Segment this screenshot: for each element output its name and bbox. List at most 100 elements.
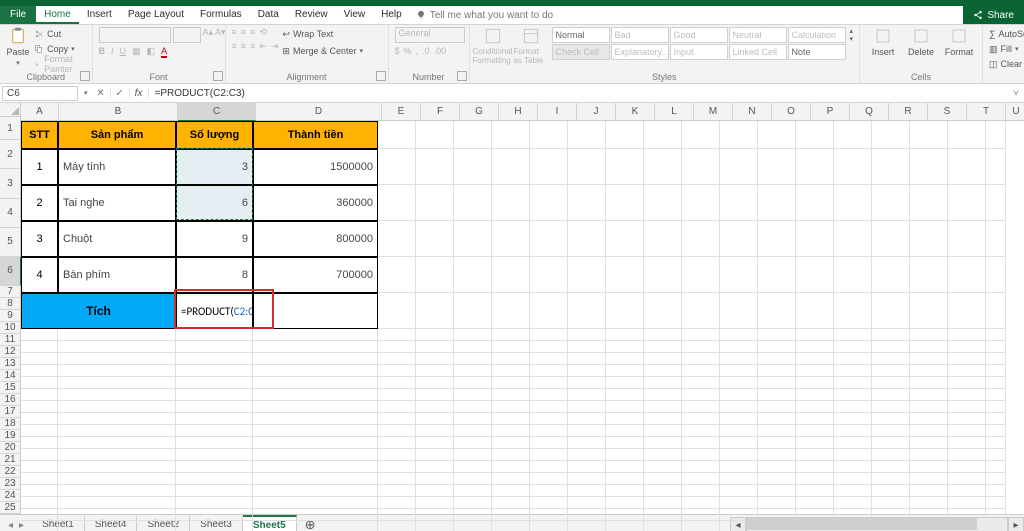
cell[interactable] — [872, 149, 910, 185]
row-header-3[interactable]: 3 — [0, 169, 21, 198]
cell[interactable] — [530, 413, 568, 425]
cell[interactable] — [530, 437, 568, 449]
cell[interactable] — [644, 449, 682, 461]
cell[interactable] — [644, 221, 682, 257]
cell[interactable] — [606, 521, 644, 531]
col-header-k[interactable]: K — [616, 103, 655, 121]
cell[interactable] — [720, 461, 758, 473]
cell[interactable] — [796, 401, 834, 413]
cell[interactable] — [530, 509, 568, 521]
cell[interactable] — [682, 497, 720, 509]
cell[interactable] — [568, 401, 606, 413]
cell[interactable] — [530, 329, 568, 341]
cell[interactable] — [834, 401, 872, 413]
col-header-i[interactable]: I — [538, 103, 577, 121]
cell[interactable] — [606, 497, 644, 509]
formula-input[interactable]: =PRODUCT(C2:C3) — [149, 87, 1008, 100]
cell[interactable] — [58, 329, 176, 341]
cell[interactable] — [948, 341, 986, 353]
cell[interactable] — [21, 413, 58, 425]
row-header-14[interactable]: 14 — [0, 370, 21, 382]
comma-format-icon[interactable]: , — [416, 46, 419, 56]
tab-data[interactable]: Data — [250, 6, 287, 24]
tell-me-search[interactable]: Tell me what you want to do — [416, 6, 553, 24]
cell[interactable] — [454, 365, 492, 377]
cell[interactable] — [720, 257, 758, 293]
cell[interactable] — [568, 365, 606, 377]
cell[interactable] — [682, 121, 720, 149]
cell[interactable] — [253, 353, 378, 365]
row-header-6[interactable]: 6 — [0, 257, 21, 286]
row-header-13[interactable]: 13 — [0, 358, 21, 370]
cell[interactable] — [568, 413, 606, 425]
cell[interactable] — [176, 485, 253, 497]
cell[interactable] — [492, 185, 530, 221]
col-header-d[interactable]: D — [256, 103, 382, 121]
cell[interactable] — [530, 425, 568, 437]
col-header-e[interactable]: E — [382, 103, 421, 121]
cell[interactable] — [834, 485, 872, 497]
cell[interactable] — [378, 437, 416, 449]
cell[interactable] — [176, 329, 253, 341]
cell[interactable] — [378, 401, 416, 413]
cell[interactable] — [910, 257, 948, 293]
cell[interactable] — [378, 365, 416, 377]
cell[interactable] — [416, 413, 454, 425]
cell[interactable] — [378, 329, 416, 341]
cell[interactable] — [253, 437, 378, 449]
cell[interactable] — [682, 449, 720, 461]
cell[interactable] — [644, 377, 682, 389]
cell[interactable] — [834, 185, 872, 221]
cell[interactable] — [606, 413, 644, 425]
cell[interactable] — [872, 293, 910, 329]
cell[interactable] — [416, 341, 454, 353]
cell[interactable] — [378, 121, 416, 149]
cell[interactable] — [986, 341, 1006, 353]
cell[interactable] — [378, 353, 416, 365]
cell[interactable] — [454, 413, 492, 425]
cell[interactable] — [606, 293, 644, 329]
cell[interactable] — [176, 437, 253, 449]
cell[interactable] — [606, 485, 644, 497]
cell[interactable] — [378, 389, 416, 401]
cell[interactable] — [986, 329, 1006, 341]
cell[interactable] — [644, 389, 682, 401]
cell[interactable] — [796, 413, 834, 425]
cell[interactable] — [644, 401, 682, 413]
cut-button[interactable]: Cut — [34, 27, 85, 41]
cell[interactable] — [986, 461, 1006, 473]
cell[interactable] — [378, 293, 416, 329]
cell[interactable] — [492, 521, 530, 531]
autosum-button[interactable]: ∑AutoSum▾ — [989, 27, 1024, 41]
cell[interactable] — [568, 353, 606, 365]
cell[interactable] — [454, 149, 492, 185]
decrease-decimal-icon[interactable]: .00 — [434, 46, 447, 56]
cell[interactable] — [454, 353, 492, 365]
cell[interactable] — [796, 293, 834, 329]
cell[interactable] — [378, 485, 416, 497]
cell[interactable] — [58, 341, 176, 353]
cell[interactable] — [568, 185, 606, 221]
name-box[interactable]: C6 — [2, 86, 78, 101]
cell[interactable] — [21, 473, 58, 485]
cell[interactable] — [568, 425, 606, 437]
number-dialog-launcher[interactable] — [457, 71, 467, 81]
cell[interactable] — [568, 497, 606, 509]
cell[interactable] — [58, 473, 176, 485]
cell[interactable] — [606, 329, 644, 341]
cell[interactable] — [910, 221, 948, 257]
align-bottom-icon[interactable]: ≡ — [250, 27, 255, 38]
cell[interactable] — [948, 461, 986, 473]
cell[interactable] — [454, 341, 492, 353]
cell[interactable] — [986, 401, 1006, 413]
cell[interactable] — [378, 509, 416, 521]
cell[interactable] — [758, 365, 796, 377]
cell[interactable] — [910, 389, 948, 401]
cell[interactable] — [682, 389, 720, 401]
increase-decimal-icon[interactable]: .0 — [422, 46, 430, 56]
cell[interactable] — [872, 377, 910, 389]
row-header-18[interactable]: 18 — [0, 418, 21, 430]
cell[interactable] — [872, 353, 910, 365]
align-middle-icon[interactable]: ≡ — [241, 27, 246, 38]
fill-button[interactable]: ▥Fill▾ — [989, 42, 1024, 56]
